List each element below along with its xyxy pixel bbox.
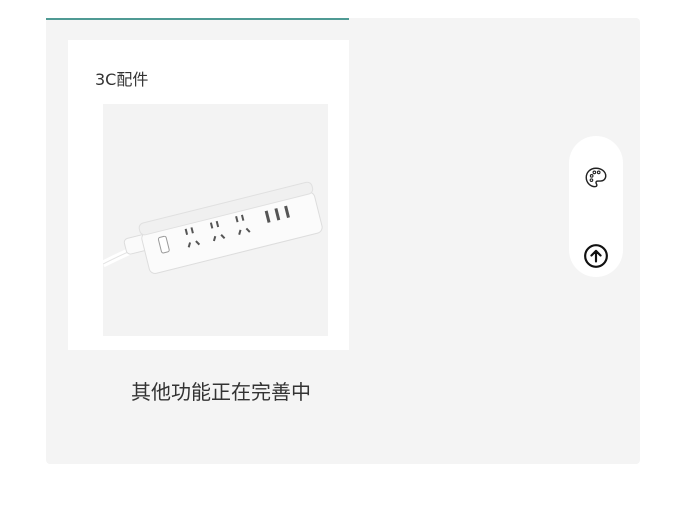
floating-toolbar — [569, 136, 623, 277]
active-tab-indicator — [46, 18, 349, 20]
arrow-up-circle-icon[interactable] — [578, 238, 614, 274]
power-strip-illustration — [101, 181, 323, 274]
palette-icon[interactable] — [578, 160, 614, 196]
power-strip-image[interactable] — [101, 104, 328, 336]
page: 3C配件 其他功能正在完善中 — [0, 0, 677, 511]
category-title: 3C配件 — [95, 70, 149, 89]
feature-notice: 其他功能正在完善中 — [131, 380, 311, 404]
